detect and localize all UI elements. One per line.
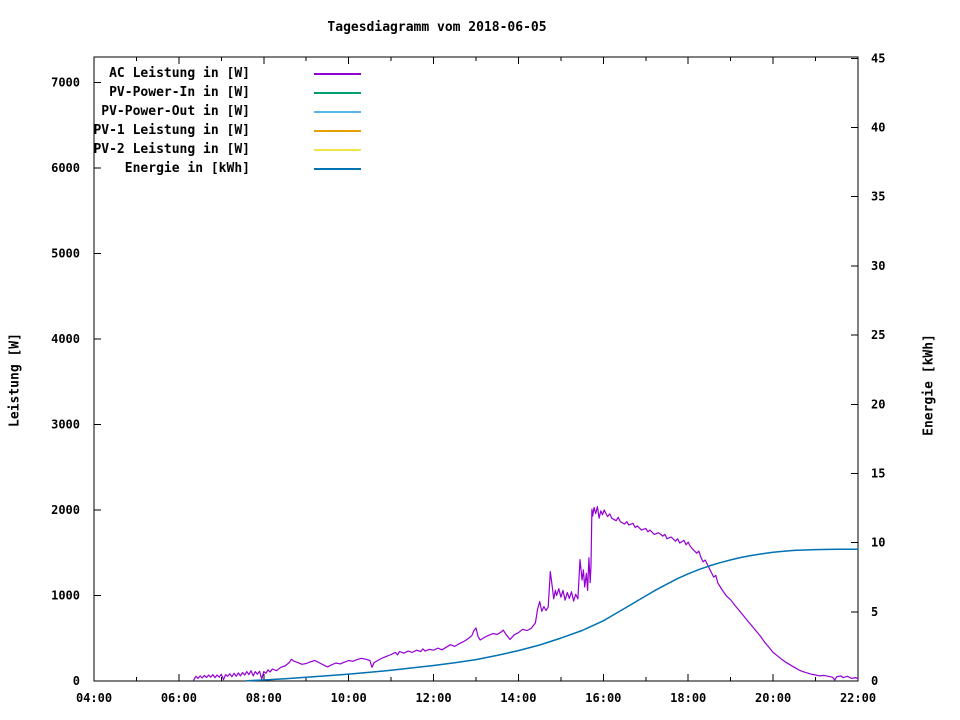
y-left-tick-label: 0 bbox=[73, 674, 80, 688]
legend-item-pv2: PV-2 Leistung in [W] bbox=[90, 140, 361, 159]
y-right-tick-label: 30 bbox=[871, 259, 885, 273]
legend-label: AC Leistung in [W] bbox=[90, 66, 250, 81]
x-tick-label: 10:00 bbox=[331, 691, 367, 705]
y-right-tick-label: 20 bbox=[871, 397, 885, 411]
legend-color-line bbox=[314, 130, 361, 132]
y-right-tick-label: 15 bbox=[871, 466, 885, 480]
y-left-tick-label: 5000 bbox=[51, 247, 80, 261]
y-right-tick-label: 25 bbox=[871, 328, 885, 342]
tagesdiagramm-chart: 0 1000 2000 3000 4000 5000 6000 7000 0 5 10 15 20 25 3… bbox=[0, 0, 960, 720]
y-left-tick-label: 4000 bbox=[51, 332, 80, 346]
legend-item-ac: AC Leistung in [W] bbox=[90, 64, 361, 83]
legend-label: PV-1 Leistung in [W] bbox=[90, 123, 250, 138]
legend-color-line bbox=[314, 73, 361, 75]
legend-item-pv_in: PV-Power-In in [W] bbox=[90, 83, 361, 102]
x-tick-label: 22:00 bbox=[840, 691, 876, 705]
x-tick-label: 18:00 bbox=[670, 691, 706, 705]
legend-item-pv_out: PV-Power-Out in [W] bbox=[90, 102, 361, 121]
legend-color-line bbox=[314, 168, 361, 170]
chart-title: Tagesdiagramm vom 2018-06-05 bbox=[327, 20, 546, 35]
y-right-axis-title: Energie [kWh] bbox=[922, 334, 937, 436]
legend-color-line bbox=[314, 111, 361, 113]
legend-color-line bbox=[314, 92, 361, 94]
x-tick-label: 20:00 bbox=[755, 691, 791, 705]
y-left-tick-label: 7000 bbox=[51, 76, 80, 90]
legend-item-pv1: PV-1 Leistung in [W] bbox=[90, 121, 361, 140]
y-left-axis-title: Leistung [W] bbox=[8, 333, 23, 427]
legend-color-line bbox=[314, 149, 361, 151]
x-tick-label: 08:00 bbox=[246, 691, 282, 705]
x-tick-label: 04:00 bbox=[76, 691, 112, 705]
legend-label: PV-Power-Out in [W] bbox=[90, 104, 250, 119]
y-right-tick-label: 40 bbox=[871, 121, 885, 135]
legend-label: PV-2 Leistung in [W] bbox=[90, 142, 250, 157]
legend: AC Leistung in [W] PV-Power-In in [W] PV-P… bbox=[90, 64, 361, 178]
y-right-tick-label: 10 bbox=[871, 536, 885, 550]
series-line-ac bbox=[194, 507, 858, 680]
y-left-tick-label: 3000 bbox=[51, 418, 80, 432]
x-tick-label: 12:00 bbox=[415, 691, 451, 705]
x-tick-label: 06:00 bbox=[161, 691, 197, 705]
y-right-tick-label: 35 bbox=[871, 190, 885, 204]
legend-item-energie: Energie in [kWh] bbox=[90, 159, 361, 178]
y-left-tick-label: 6000 bbox=[51, 161, 80, 175]
legend-label: Energie in [kWh] bbox=[90, 161, 250, 176]
y-left-tick-label: 2000 bbox=[51, 503, 80, 517]
y-right-tick-label: 0 bbox=[871, 674, 878, 688]
y-right-tick-label: 5 bbox=[871, 605, 878, 619]
legend-label: PV-Power-In in [W] bbox=[90, 85, 250, 100]
y-right-tick-label: 45 bbox=[871, 51, 885, 65]
x-tick-label: 16:00 bbox=[585, 691, 621, 705]
y-left-tick-label: 1000 bbox=[51, 589, 80, 603]
series-line-energie bbox=[247, 549, 858, 680]
x-tick-label: 14:00 bbox=[500, 691, 536, 705]
